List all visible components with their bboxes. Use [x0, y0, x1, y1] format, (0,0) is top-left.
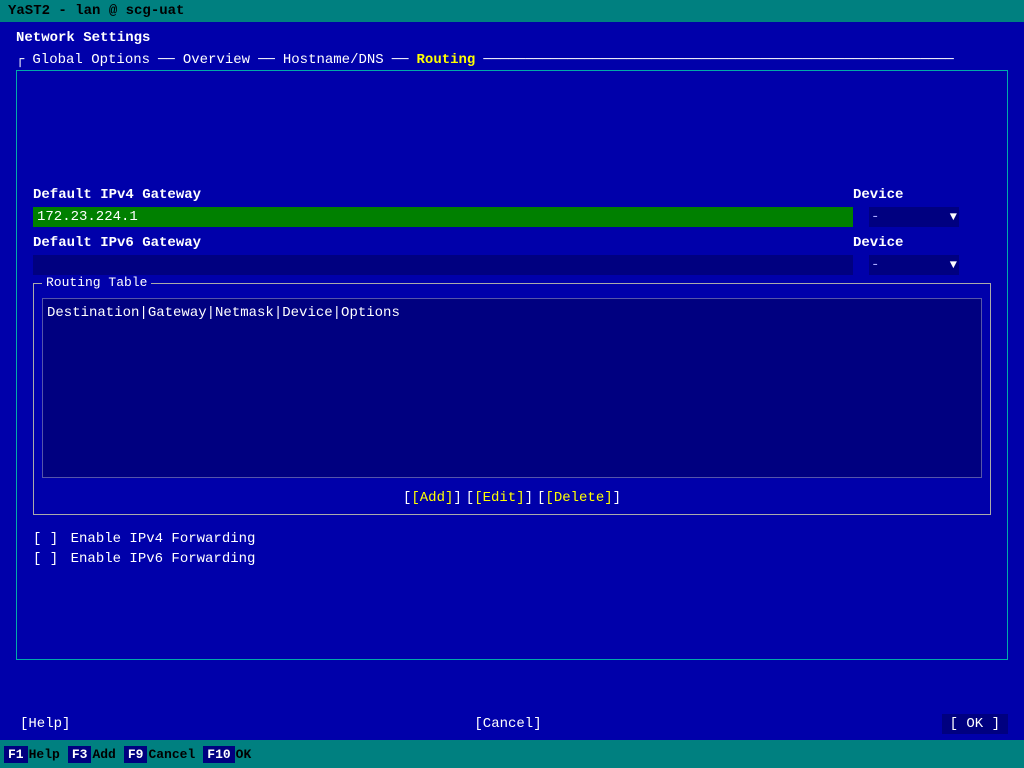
ipv6-forwarding-label: Enable IPv6 Forwarding	[71, 551, 256, 567]
fn-bar: F1 Help F3 Add F9 Cancel F10 OK	[0, 740, 1024, 768]
gateway-section: Default IPv4 Gateway Device - ▼ Default …	[33, 187, 991, 275]
title-bar: YaST2 - lan @ scg-uat	[0, 0, 1024, 22]
ipv6-forwarding-checkbox-label[interactable]: [ ] Enable IPv6 Forwarding	[33, 551, 255, 567]
f9-key[interactable]: F9	[124, 746, 148, 763]
tab-global-options[interactable]: Global Options	[24, 50, 158, 70]
bottom-bar: [Help] [Cancel] [ OK ]	[0, 710, 1024, 738]
routing-table-section: Routing Table Destination|Gateway|Netmas…	[33, 283, 991, 515]
page-title: Network Settings	[16, 30, 1008, 46]
routing-table-legend: Routing Table	[42, 275, 151, 290]
ipv4-device-dropdown-wrapper: - ▼	[861, 207, 959, 227]
edit-button[interactable]: [[Edit]]	[464, 486, 535, 510]
tab-overview[interactable]: Overview	[175, 50, 258, 70]
ipv6-gateway-label: Default IPv6 Gateway	[33, 235, 853, 251]
ipv6-device-label: Device	[853, 235, 903, 251]
routing-table-header: Destination|Gateway|Netmask|Device|Optio…	[47, 303, 977, 323]
ipv4-device-label: Device	[853, 187, 903, 203]
ipv4-forwarding-label: Enable IPv4 Forwarding	[71, 531, 256, 547]
f3-label: Add	[92, 747, 115, 762]
ipv6-gateway-input[interactable]	[33, 255, 853, 275]
ipv6-input-row: - ▼	[33, 255, 991, 275]
cancel-button[interactable]: [Cancel]	[470, 714, 545, 734]
f9-label: Cancel	[148, 747, 195, 762]
ipv4-forwarding-checkbox-label[interactable]: [ ] Enable IPv4 Forwarding	[33, 531, 255, 547]
f3-key[interactable]: F3	[68, 746, 92, 763]
ipv6-device-select[interactable]: -	[869, 255, 959, 275]
ipv6-label-row: Default IPv6 Gateway Device	[33, 235, 991, 251]
help-button[interactable]: [Help]	[16, 714, 74, 734]
f10-label: OK	[236, 747, 252, 762]
add-button[interactable]: [[Add]]	[401, 486, 464, 510]
action-buttons: [[Add]] [[Edit]] [[Delete]]	[42, 486, 982, 510]
forwarding-section: [ ] Enable IPv4 Forwarding [ ] Enable IP…	[33, 531, 991, 567]
ipv4-input-row: - ▼	[33, 207, 991, 227]
delete-button[interactable]: [[Delete]]	[535, 486, 623, 510]
ipv4-gateway-label: Default IPv4 Gateway	[33, 187, 853, 203]
ipv4-forwarding-row: [ ] Enable IPv4 Forwarding	[33, 531, 991, 547]
routing-table-content[interactable]: Destination|Gateway|Netmask|Device|Optio…	[42, 298, 982, 478]
ipv4-label-row: Default IPv4 Gateway Device	[33, 187, 991, 203]
f1-key[interactable]: F1	[4, 746, 28, 763]
tab-hostname-dns[interactable]: Hostname/DNS	[275, 50, 392, 70]
main-panel: Default IPv4 Gateway Device - ▼ Default …	[16, 70, 1008, 660]
ipv6-forwarding-row: [ ] Enable IPv6 Forwarding	[33, 551, 991, 567]
f10-key[interactable]: F10	[203, 746, 234, 763]
ipv6-device-dropdown-wrapper: - ▼	[861, 255, 959, 275]
main-content: Network Settings ┌ Global Options ── Ove…	[0, 22, 1024, 668]
f1-label: Help	[29, 747, 60, 762]
title-text: YaST2 - lan @ scg-uat	[8, 3, 184, 19]
ok-button[interactable]: [ OK ]	[942, 714, 1008, 734]
tab-routing[interactable]: Routing	[409, 50, 484, 70]
ipv4-gateway-input[interactable]	[33, 207, 853, 227]
tab-bar: ┌ Global Options ── Overview ── Hostname…	[16, 50, 1008, 70]
ipv4-device-select[interactable]: -	[869, 207, 959, 227]
